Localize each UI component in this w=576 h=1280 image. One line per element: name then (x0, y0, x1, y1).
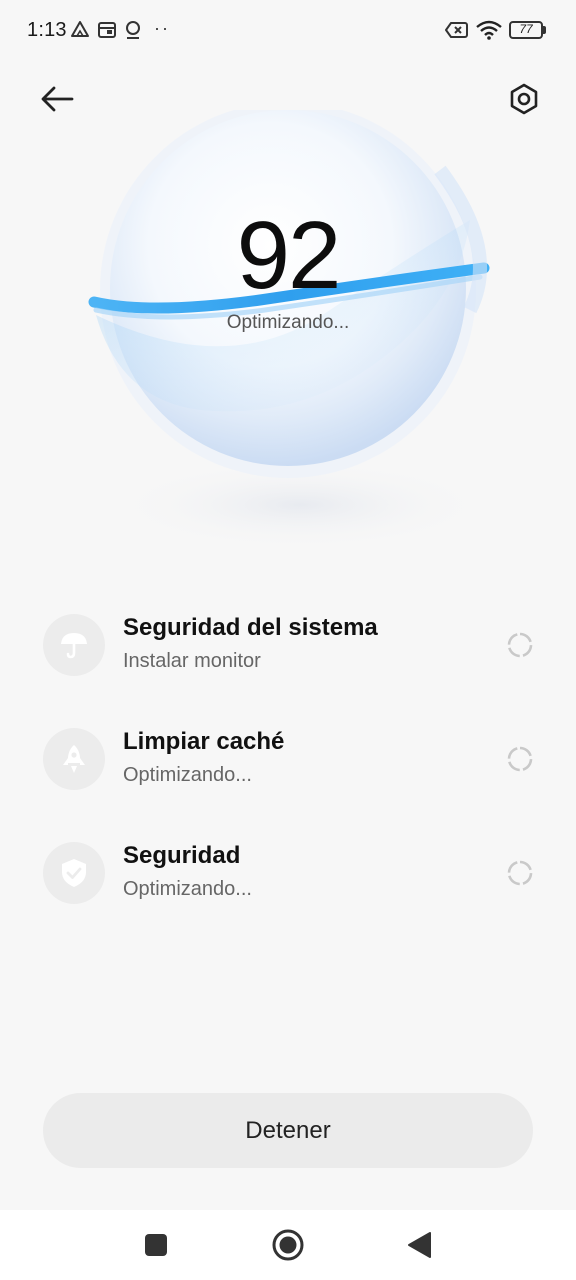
rocket-icon (63, 745, 85, 773)
task-title: Limpiar caché (123, 728, 285, 755)
calendar-icon (98, 22, 116, 38)
wifi-icon (476, 20, 502, 40)
status-bar: 1:13 ·· 77 (0, 0, 576, 62)
recents-button[interactable] (139, 1228, 173, 1262)
loading-spinner-icon (507, 860, 533, 886)
task-subtitle: Optimizando... (123, 878, 252, 900)
task-icon-container (43, 842, 105, 904)
stop-button[interactable]: Detener (43, 1093, 533, 1168)
shield-check-icon (62, 859, 86, 887)
phone-screen: 1:13 ·· 77 92 Optimizando... Seguridad d… (0, 0, 576, 1280)
optimization-score: 92 (236, 202, 342, 309)
umbrella-icon (61, 633, 87, 659)
recents-square-icon (145, 1234, 167, 1256)
back-triangle-icon (408, 1232, 431, 1258)
task-subtitle: Instalar monitor (123, 650, 261, 672)
task-title: Seguridad del sistema (123, 614, 378, 641)
task-item-clear-cache: Limpiar caché Optimizando... (0, 714, 576, 804)
home-circle-icon (272, 1229, 304, 1261)
task-title: Seguridad (123, 842, 241, 869)
task-subtitle: Optimizando... (123, 764, 252, 786)
task-item-security: Seguridad Optimizando... (0, 828, 576, 918)
battery-icon: 77 (509, 21, 547, 39)
task-item-system-security: Seguridad del sistema Instalar monitor (0, 600, 576, 690)
task-icon-container (43, 728, 105, 790)
battery-level: 77 (519, 22, 533, 36)
sphere-graphic (88, 102, 490, 550)
location-icon (126, 21, 140, 39)
loading-spinner-icon (507, 632, 533, 658)
nav-back-button[interactable] (403, 1228, 437, 1262)
status-time: 1:13 (27, 19, 67, 41)
home-button[interactable] (271, 1228, 305, 1262)
no-sim-icon (445, 22, 468, 38)
loading-spinner-icon (507, 746, 533, 772)
drive-icon (71, 21, 89, 37)
task-icon-container (43, 614, 105, 676)
optimization-status: Optimizando... (226, 312, 350, 333)
optimization-sphere: 92 Optimizando... (0, 102, 576, 580)
more-dots-icon: ·· (154, 18, 170, 38)
navigation-bar (0, 1210, 576, 1280)
